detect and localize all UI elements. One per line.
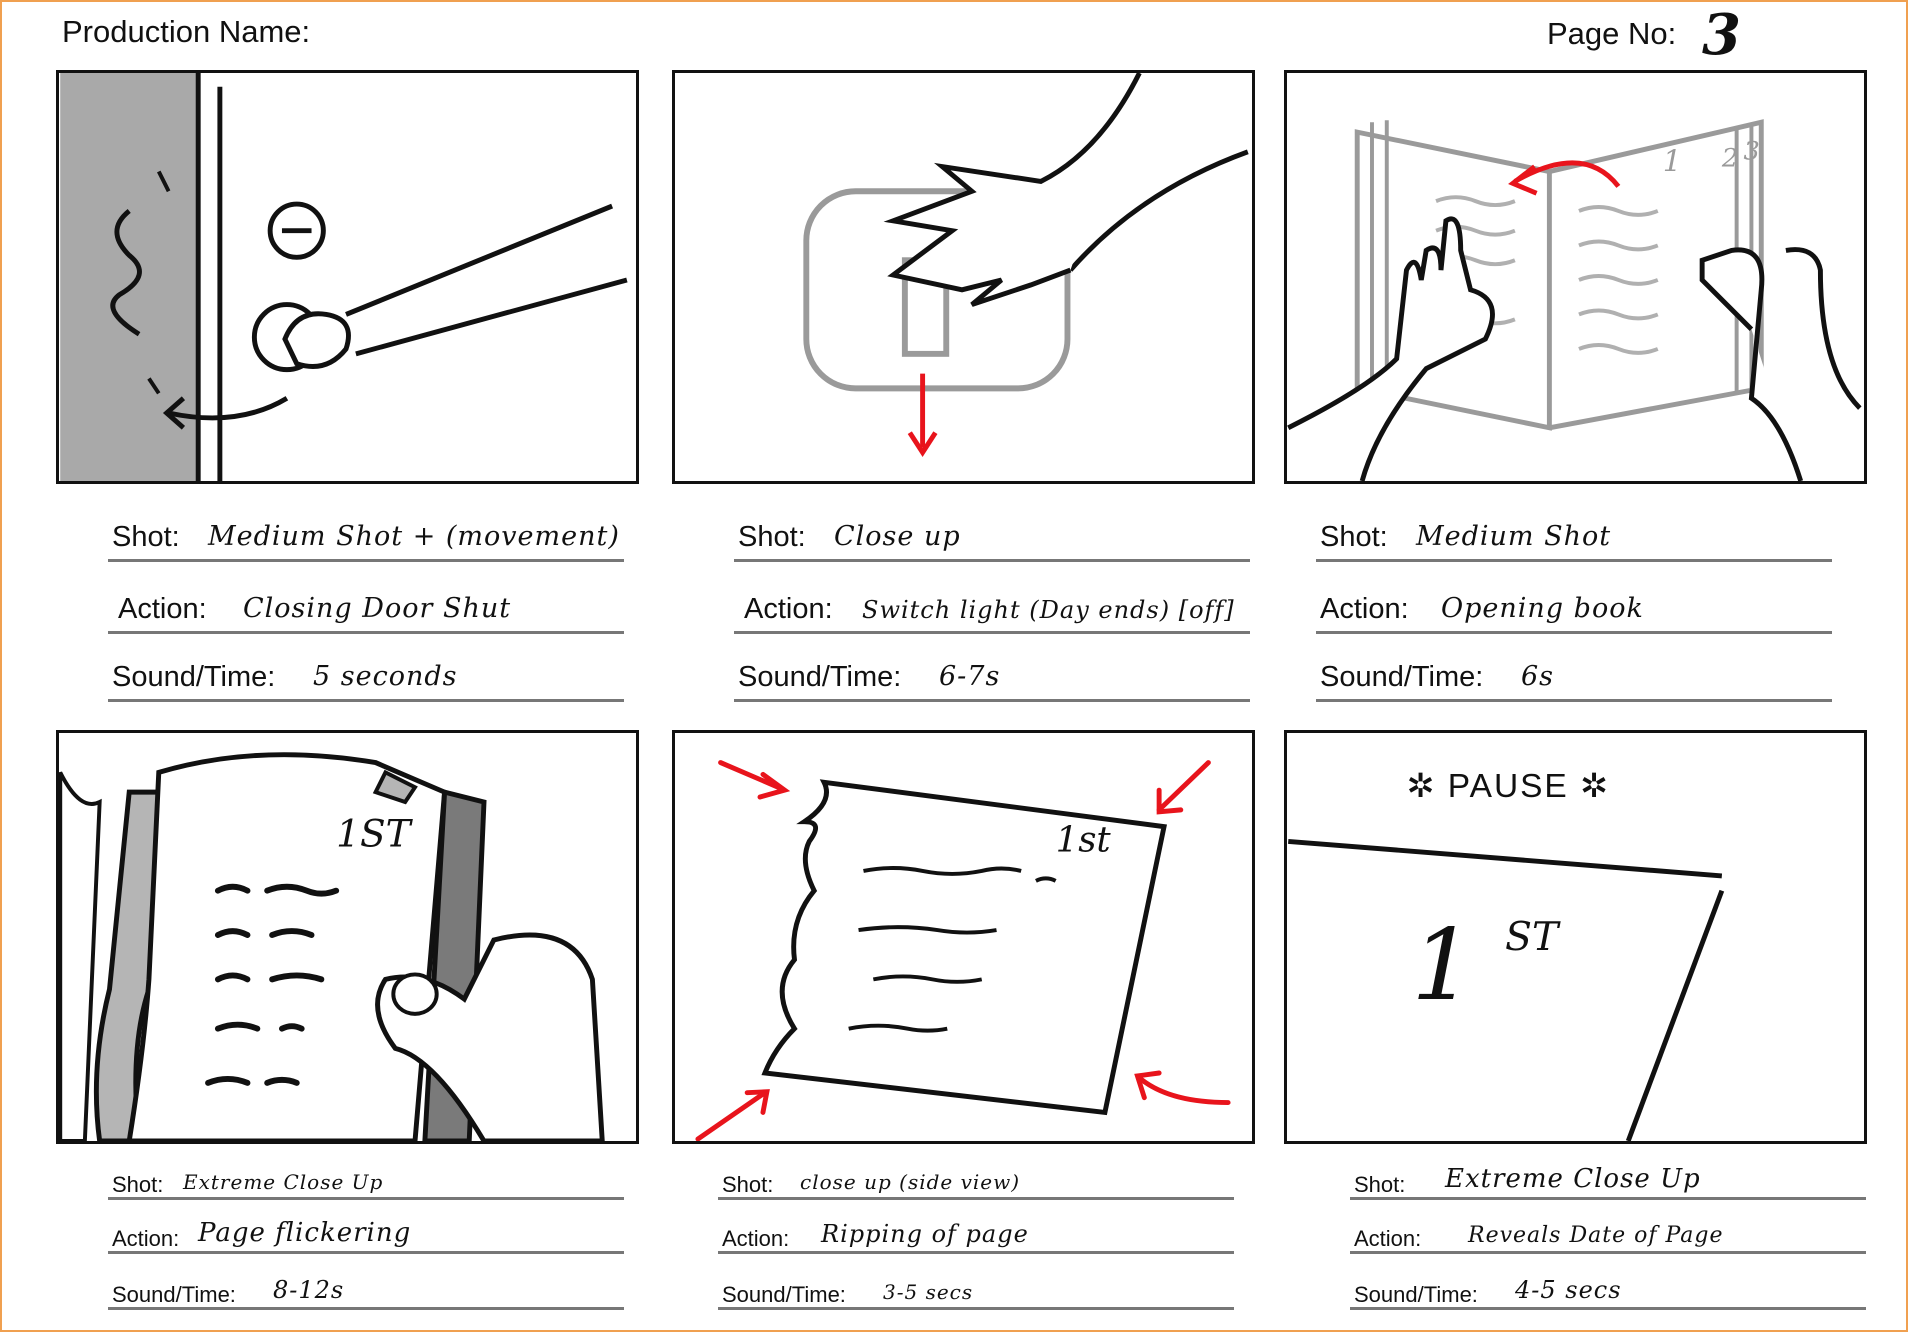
panel-3-frame: 1 2 3	[1284, 70, 1867, 484]
shot-label: Shot:	[1354, 1172, 1406, 1197]
action-value: Ripping of page	[821, 1220, 1029, 1248]
panel-1-sound-field[interactable]: Sound/Time: 5 seconds	[108, 661, 624, 702]
ripping-page-sketch: 1st	[695, 760, 1231, 1141]
page-number-label: Page No:	[1547, 16, 1677, 51]
shot-value: close up (side view)	[800, 1170, 1021, 1194]
book-page-number-2: 2	[1721, 144, 1738, 174]
sound-time-value: 6-7s	[939, 661, 1001, 692]
panel-2-sound-field[interactable]: Sound/Time: 6-7s	[734, 661, 1250, 702]
panel-4-sound-field[interactable]: Sound/Time: 8-12s	[108, 1270, 624, 1310]
action-value: Reveals Date of Page	[1468, 1223, 1724, 1248]
action-label: Action:	[744, 593, 833, 625]
panel-1-action-field[interactable]: Action: Closing Door Shut	[108, 593, 624, 634]
panel-1-frame	[56, 70, 639, 484]
panel-5-frame: 1st	[672, 730, 1255, 1144]
panel-6-sound-field[interactable]: Sound/Time: 4-5 secs	[1350, 1270, 1866, 1310]
storyboard-sheet: Production Name: Page No: 3 1 2 3 1ST 1s…	[0, 0, 1908, 1332]
panel-4-shot-field[interactable]: Shot: Extreme Close Up	[108, 1160, 624, 1200]
big-ordinal-suffix: ST	[1505, 914, 1561, 960]
production-name-label: Production Name:	[62, 14, 311, 49]
shot-value: Extreme Close Up	[183, 1170, 384, 1194]
panel-3-shot-field[interactable]: Shot: Medium Shot	[1316, 521, 1832, 562]
action-label: Action:	[118, 593, 207, 625]
action-value: Switch light (Day ends) [off]	[862, 596, 1235, 624]
book-page-number-3: 3	[1744, 137, 1760, 167]
panel-6-action-field[interactable]: Action: Reveals Date of Page	[1350, 1214, 1866, 1254]
panel-5-shot-field[interactable]: Shot: close up (side view)	[718, 1160, 1234, 1200]
big-ordinal-number: 1	[1411, 909, 1474, 1023]
sound-time-value: 6s	[1521, 661, 1555, 692]
sound-time-label: Sound/Time:	[1354, 1282, 1478, 1307]
panel-6-shot-field[interactable]: Shot: Extreme Close Up	[1350, 1160, 1866, 1200]
shot-value: Extreme Close Up	[1445, 1164, 1701, 1194]
page-ordinal-label: 1st	[1056, 819, 1112, 860]
action-value: Closing Door Shut	[243, 593, 512, 624]
page-flicker-sketch: 1ST	[59, 752, 605, 1141]
action-label: Action:	[1320, 593, 1409, 625]
shot-value: Close up	[834, 521, 961, 552]
panel-6-frame: ✲ PAUSE ✲ 1 ST	[1284, 730, 1867, 1144]
shot-label: Shot:	[112, 521, 180, 553]
sound-time-value: 3-5 secs	[883, 1280, 974, 1304]
action-label: Action:	[112, 1226, 180, 1251]
panel-5-action-field[interactable]: Action: Ripping of page	[718, 1214, 1234, 1254]
shot-label: Shot:	[112, 1172, 164, 1197]
shot-value: Medium Shot	[1416, 521, 1612, 552]
panel-2-shot-field[interactable]: Shot: Close up	[734, 521, 1250, 562]
panel-2-action-field[interactable]: Action: Switch light (Day ends) [off]	[734, 593, 1250, 634]
door-closing-sketch	[60, 73, 628, 481]
sound-time-value: 4-5 secs	[1515, 1276, 1622, 1304]
action-label: Action:	[722, 1226, 790, 1251]
action-value: Page flickering	[198, 1218, 412, 1248]
reveal-date-sketch: ✲ PAUSE ✲ 1 ST	[1288, 768, 1725, 1141]
action-label: Action:	[1354, 1226, 1422, 1251]
panel-3-action-field[interactable]: Action: Opening book	[1316, 593, 1832, 634]
panel-1-shot-field[interactable]: Shot: Medium Shot + (movement)	[108, 521, 624, 562]
action-value: Opening book	[1441, 593, 1644, 624]
sound-time-label: Sound/Time:	[738, 661, 902, 693]
sound-time-value: 5 seconds	[313, 661, 458, 692]
panel-3-sound-field[interactable]: Sound/Time: 6s	[1316, 661, 1832, 702]
shot-value: Medium Shot + (movement)	[208, 521, 620, 552]
page-ordinal-label: 1ST	[336, 811, 413, 855]
sound-time-label: Sound/Time:	[112, 1282, 236, 1307]
opening-book-sketch: 1 2 3	[1287, 119, 1862, 481]
panel-2-frame	[672, 70, 1255, 484]
pause-note: ✲ PAUSE ✲	[1406, 768, 1610, 805]
shot-label: Shot:	[722, 1172, 774, 1197]
panel-4-action-field[interactable]: Action: Page flickering	[108, 1214, 624, 1254]
shot-label: Shot:	[1320, 521, 1388, 553]
sound-time-label: Sound/Time:	[1320, 661, 1484, 693]
sound-time-value: 8-12s	[273, 1276, 345, 1304]
shot-label: Shot:	[738, 521, 806, 553]
book-page-number-1: 1	[1663, 145, 1682, 179]
sound-time-label: Sound/Time:	[112, 661, 276, 693]
sound-time-label: Sound/Time:	[722, 1282, 846, 1307]
panel-4-frame: 1ST	[56, 730, 639, 1144]
panel-5-sound-field[interactable]: Sound/Time: 3-5 secs	[718, 1270, 1234, 1310]
light-switch-sketch	[803, 73, 1249, 457]
page-number-value: 3	[1702, 2, 1742, 68]
